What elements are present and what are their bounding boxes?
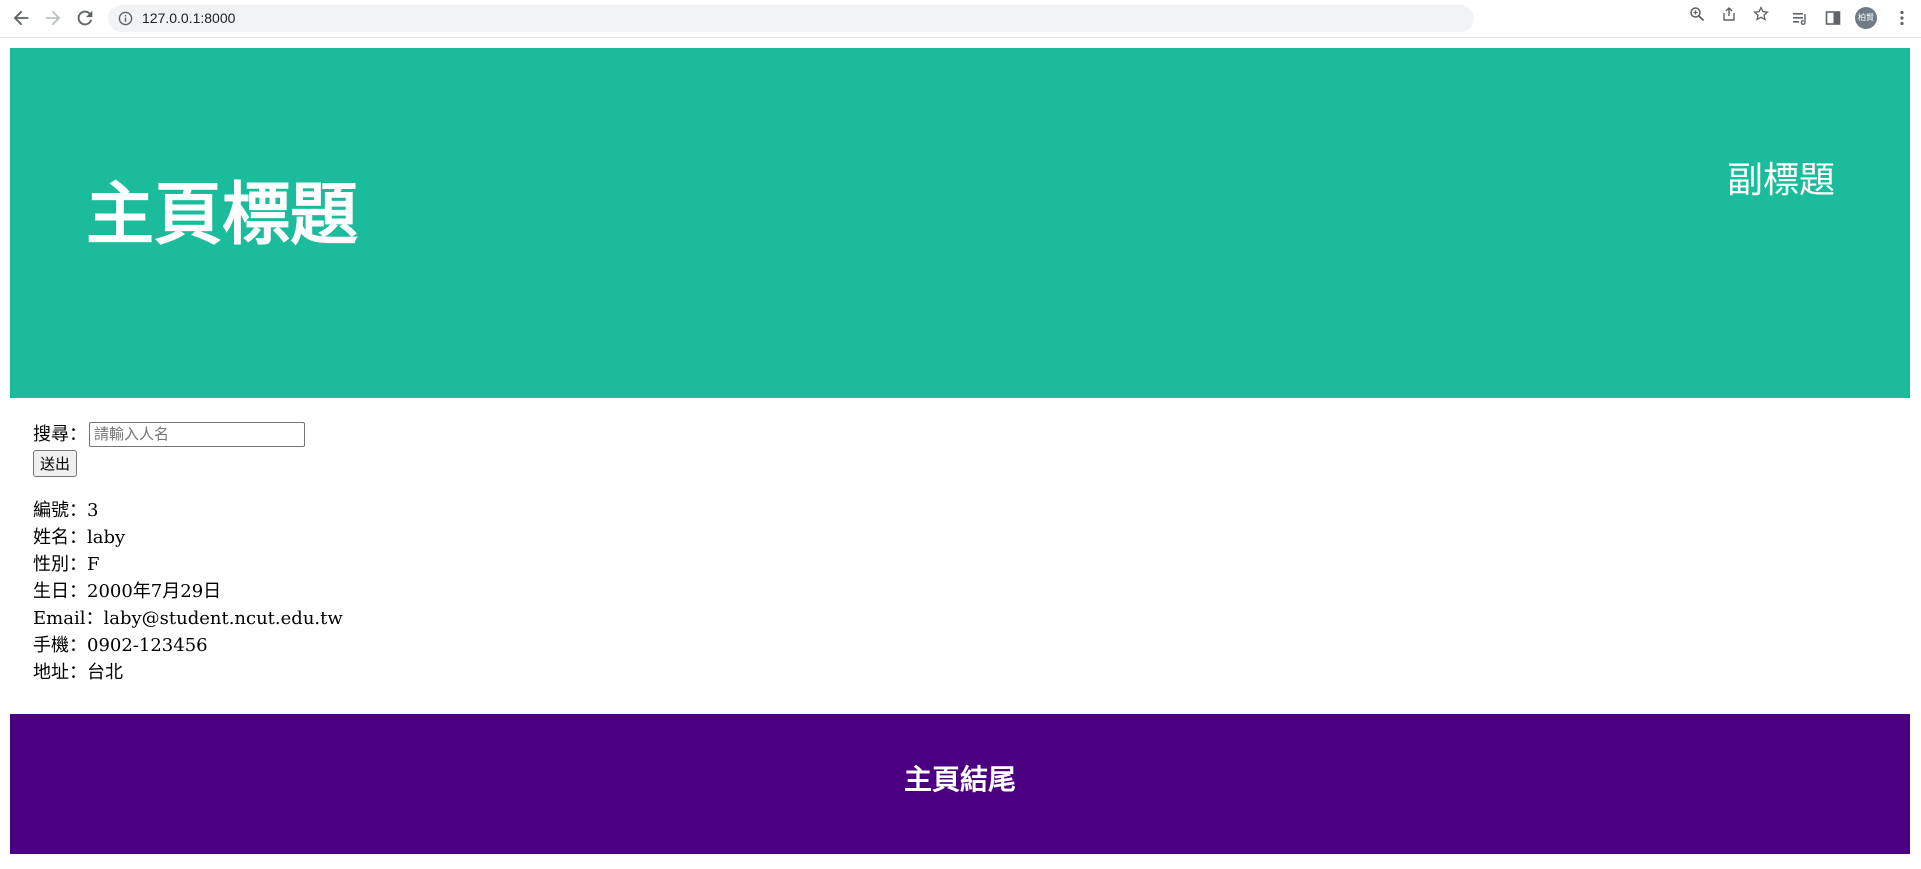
- back-arrow-icon[interactable]: [10, 7, 32, 29]
- main-content: 搜尋： 送出 編號：3 姓名：laby 性別：F 生日：2000年7月29日 E…: [33, 420, 343, 686]
- search-row: 搜尋：: [33, 420, 343, 448]
- url-text[interactable]: 127.0.0.1:8000: [142, 10, 235, 26]
- birthday-row: 生日：2000年7月29日: [33, 578, 343, 605]
- id-value: 3: [87, 500, 99, 521]
- gender-label: 性別：: [33, 554, 87, 575]
- name-label: 姓名：: [33, 527, 87, 548]
- record-details: 編號：3 姓名：laby 性別：F 生日：2000年7月29日 Email：la…: [33, 497, 343, 686]
- name-row: 姓名：laby: [33, 524, 343, 551]
- side-panel-icon[interactable]: [1824, 9, 1842, 27]
- id-row: 編號：3: [33, 497, 343, 524]
- forward-arrow-icon[interactable]: [42, 7, 64, 29]
- browser-toolbar: 127.0.0.1:8000 柏賢: [0, 0, 1921, 38]
- address-row: 地址：台北: [33, 659, 343, 686]
- reload-icon[interactable]: [74, 7, 96, 29]
- share-icon[interactable]: [1721, 6, 1737, 22]
- phone-value: 0902-123456: [87, 635, 208, 656]
- phone-row: 手機：0902-123456: [33, 632, 343, 659]
- footer-text: 主頁結尾: [903, 763, 1016, 796]
- gender-row: 性別：F: [33, 551, 343, 578]
- gender-value: F: [87, 554, 100, 575]
- search-input[interactable]: [89, 421, 305, 447]
- more-menu-icon[interactable]: [1893, 9, 1911, 27]
- birthday-label: 生日：: [33, 581, 87, 602]
- name-value: laby: [87, 527, 126, 548]
- search-form: 搜尋： 送出: [33, 420, 343, 477]
- submit-button[interactable]: 送出: [33, 450, 78, 477]
- zoom-icon[interactable]: [1689, 6, 1705, 22]
- birthday-value: 2000年7月29日: [87, 581, 222, 602]
- email-label: Email：: [33, 608, 104, 629]
- address-label: 地址：: [33, 662, 87, 683]
- page-header: 主頁標題 副標題: [10, 48, 1910, 398]
- page-title: 主頁標題: [86, 176, 359, 255]
- profile-avatar[interactable]: 柏賢: [1855, 7, 1877, 29]
- page-subtitle: 副標題: [1726, 160, 1835, 201]
- email-row: Email：laby@student.ncut.edu.tw: [33, 605, 343, 632]
- search-label: 搜尋：: [33, 423, 87, 445]
- id-label: 編號：: [33, 500, 87, 521]
- address-bar[interactable]: 127.0.0.1:8000: [108, 5, 1474, 32]
- bookmark-star-icon[interactable]: [1753, 6, 1769, 22]
- reading-list-icon[interactable]: [1791, 9, 1809, 27]
- page-footer: 主頁結尾: [10, 714, 1910, 854]
- email-value: laby@student.ncut.edu.tw: [103, 608, 343, 629]
- address-value: 台北: [87, 662, 123, 683]
- site-info-icon[interactable]: [118, 11, 133, 26]
- phone-label: 手機：: [33, 635, 87, 656]
